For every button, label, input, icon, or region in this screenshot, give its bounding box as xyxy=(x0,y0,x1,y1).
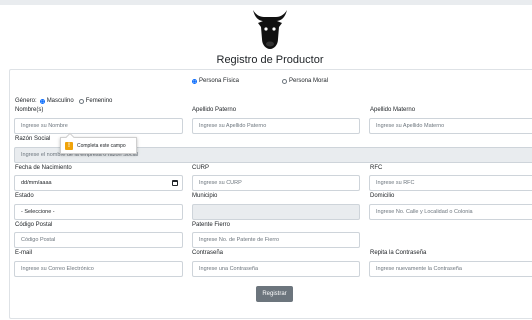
contrasena-label: Contraseña xyxy=(192,250,224,256)
persona-type-group: Persona Física xyxy=(192,78,244,84)
estado-select[interactable]: - Seleccione - xyxy=(14,204,183,220)
radio-persona-moral[interactable]: Persona Moral xyxy=(282,78,328,84)
curp-label: CURP xyxy=(192,165,210,171)
tooltip-text: Completa este campo xyxy=(77,142,126,149)
registrar-button[interactable]: Registrar xyxy=(256,286,293,302)
radio-masculino-label: Masculino xyxy=(46,98,74,104)
curp-input[interactable]: Ingrese su CURP xyxy=(192,175,360,191)
radio-masculino-dot[interactable] xyxy=(39,98,45,104)
calendar-icon[interactable] xyxy=(172,180,178,186)
nombre-input[interactable]: Ingrese su Nombre xyxy=(14,118,183,134)
rfc-label: RFC xyxy=(370,165,383,171)
email-input[interactable]: Ingrese su Correo Electrónico xyxy=(14,261,183,277)
page-title: Registro de Productor xyxy=(216,54,324,66)
radio-persona-moral-dot[interactable] xyxy=(282,78,287,84)
apellido-paterno-label: Apellido Paterno xyxy=(192,107,237,113)
municipio-label: Municipio xyxy=(192,193,218,199)
apellido-materno-label: Apellido Materno xyxy=(370,107,416,113)
gender-label: Género: xyxy=(15,98,37,104)
municipio-select[interactable] xyxy=(192,204,360,220)
codigo-postal-label: Código Postal xyxy=(15,222,53,228)
nombre-label: Nombre(s) xyxy=(15,107,44,113)
gender-group: Género: Masculino Femenino xyxy=(15,98,117,104)
radio-femenino-dot[interactable] xyxy=(78,98,84,104)
contrasena-input[interactable]: Ingrese una Contraseña xyxy=(192,261,360,277)
registration-form-card xyxy=(9,69,532,319)
radio-persona-fisica[interactable]: Persona Física xyxy=(192,78,239,84)
persona-type-group-2: Persona Moral xyxy=(282,78,333,84)
repita-contrasena-input[interactable]: Ingrese nuevamente la Contraseña xyxy=(369,261,532,277)
fecha-nacimiento-input[interactable]: dd/mm/aaaa xyxy=(14,175,183,191)
radio-masculino[interactable]: Masculino xyxy=(39,98,74,104)
domicilio-label: Domicilio xyxy=(370,193,395,199)
razon-social-label: Razón Social xyxy=(15,136,51,142)
warning-icon: ! xyxy=(65,141,73,150)
validation-tooltip: ! Completa este campo xyxy=(60,132,137,154)
radio-persona-moral-label: Persona Moral xyxy=(289,78,329,84)
email-label: E-mail xyxy=(15,250,33,256)
codigo-postal-input[interactable]: Código Postal xyxy=(14,232,183,248)
domicilio-input[interactable]: Ingrese No. Calle y Localidad o Colonia xyxy=(369,204,532,220)
rfc-input[interactable]: Ingrese su RFC xyxy=(369,175,532,191)
apellido-paterno-input[interactable]: Ingrese su Apellido Paterno xyxy=(192,118,360,134)
patente-fierro-input[interactable]: Ingrese No. de Patente de Fierro xyxy=(192,232,360,248)
repita-contrasena-label: Repita la Contraseña xyxy=(370,250,427,256)
fecha-nacimiento-value: dd/mm/aaaa xyxy=(21,180,52,186)
estado-label: Estado xyxy=(15,193,34,199)
radio-persona-fisica-label: Persona Física xyxy=(199,78,240,84)
fecha-nacimiento-label: Fecha de Nacimiento xyxy=(15,165,72,171)
patente-fierro-label: Patente Fierro xyxy=(192,222,231,228)
apellido-materno-input[interactable]: Ingrese su Apellido Materno xyxy=(369,118,532,134)
bull-head-icon xyxy=(253,10,287,49)
radio-femenino[interactable]: Femenino xyxy=(78,98,113,104)
radio-persona-fisica-dot[interactable] xyxy=(192,78,197,84)
radio-femenino-label: Femenino xyxy=(85,98,113,104)
